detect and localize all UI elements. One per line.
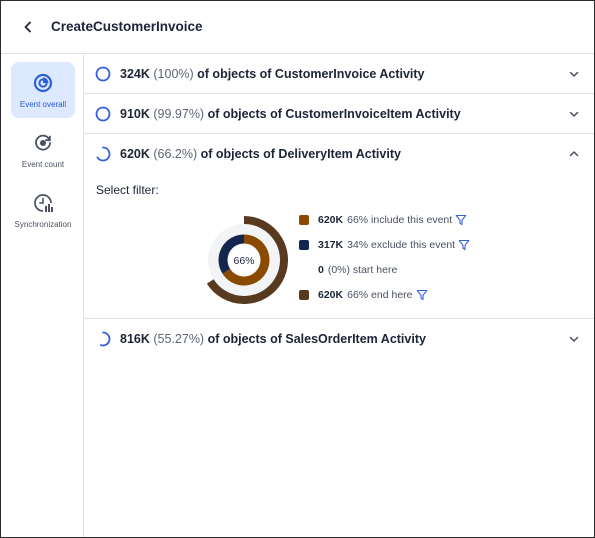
legend-desc: 66% include this event — [347, 214, 453, 226]
refresh-target-icon — [35, 134, 51, 151]
activity-row[interactable]: 324K (100%) of objects of CustomerInvoic… — [84, 54, 594, 94]
activity-row[interactable]: 910K (99.97%) of objects of CustomerInvo… — [84, 94, 594, 134]
clock-bars-icon — [34, 194, 53, 212]
sidebar-item-event-overall[interactable]: Event overall — [11, 62, 75, 118]
legend-item-end[interactable]: 620K 66% end here — [299, 287, 428, 303]
legend-desc: 34% exclude this event — [347, 239, 456, 251]
header: CreateCustomerInvoice — [1, 1, 594, 54]
chevron-down-icon[interactable] — [568, 333, 580, 345]
object-percent: (66.2%) — [153, 147, 198, 161]
legend-item-include[interactable]: 620K 66% include this event — [299, 212, 467, 228]
sidebar-item-synchronization[interactable]: Synchronization — [11, 182, 75, 238]
object-count: 910K — [120, 107, 150, 121]
color-swatch — [299, 240, 309, 250]
legend-value: 620K — [318, 289, 344, 301]
activity-row-text: 910K (99.97%) of objects of CustomerInvo… — [120, 107, 461, 121]
activity-detail-panel: Select filter: 66% 620K 66% include this… — [84, 174, 594, 319]
legend-desc: 66% end here — [347, 289, 413, 301]
page-title: CreateCustomerInvoice — [51, 19, 203, 34]
progress-ring-arc — [99, 331, 111, 347]
object-percent: (99.97%) — [153, 107, 205, 121]
filter-icon[interactable] — [416, 289, 428, 301]
filter-icon[interactable] — [458, 239, 470, 251]
activity-row-text: 816K (55.27%) of objects of SalesOrderIt… — [120, 332, 426, 346]
activity-name: of objects of SalesOrderItem Activity — [207, 332, 426, 346]
back-button[interactable] — [19, 18, 37, 36]
sidebar-item-event-count[interactable]: Event count — [11, 122, 75, 178]
object-percent: (100%) — [153, 67, 194, 81]
activity-name: of objects of DeliveryItem Activity — [200, 147, 401, 161]
activity-name: of objects of CustomerInvoice Activity — [197, 67, 425, 81]
legend-item-start: 0 (0%) start here — [299, 262, 397, 278]
progress-ring-icon — [95, 106, 111, 122]
color-swatch — [299, 215, 309, 225]
progress-ring-icon — [96, 146, 111, 162]
legend-item-exclude[interactable]: 317K 34% exclude this event — [299, 237, 470, 253]
legend-value: 620K — [318, 214, 344, 226]
filter-label: Select filter: — [96, 183, 159, 197]
pie-chart-icon — [33, 73, 53, 93]
event-donut-chart[interactable]: 66% — [188, 204, 300, 316]
object-count: 816K — [120, 332, 150, 346]
object-percent: (55.27%) — [153, 332, 205, 346]
app-window: CreateCustomerInvoice Event overall Even… — [0, 0, 595, 538]
progress-ring-arc — [95, 106, 111, 122]
color-swatch — [299, 290, 309, 300]
progress-ring-arc — [95, 66, 111, 82]
legend-value: 317K — [318, 239, 344, 251]
activity-row-text: 324K (100%) of objects of CustomerInvoic… — [120, 67, 425, 81]
object-count: 324K — [120, 67, 150, 81]
chevron-down-icon[interactable] — [568, 108, 580, 120]
color-swatch — [299, 265, 309, 275]
object-count: 620K — [120, 147, 150, 161]
chevron-left-icon — [24, 21, 31, 33]
sidebar-item-label: Event overall — [19, 100, 67, 109]
legend-desc: (0%) start here — [327, 264, 398, 276]
activity-row-expanded[interactable]: 620K (66.2%) of objects of DeliveryItem … — [84, 134, 594, 174]
progress-ring-icon — [95, 66, 111, 82]
sidebar-item-label: Event count — [21, 160, 65, 169]
sidebar-item-label: Synchronization — [14, 220, 72, 229]
filter-icon[interactable] — [455, 214, 467, 226]
chevron-down-icon[interactable] — [568, 68, 580, 80]
progress-ring-icon — [99, 331, 111, 347]
progress-ring-arc — [96, 146, 111, 162]
activity-row[interactable]: 816K (55.27%) of objects of SalesOrderIt… — [84, 319, 594, 359]
chevron-up-icon[interactable] — [568, 148, 580, 160]
donut-center-label: 66% — [233, 255, 254, 267]
activity-name: of objects of CustomerInvoiceItem Activi… — [207, 107, 461, 121]
legend-value: 0 — [318, 264, 324, 276]
main-panel: 324K (100%) of objects of CustomerInvoic… — [84, 54, 594, 537]
sidebar: Event overall Event count Synchronizatio… — [1, 54, 84, 537]
activity-row-text: 620K (66.2%) of objects of DeliveryItem … — [120, 147, 401, 161]
